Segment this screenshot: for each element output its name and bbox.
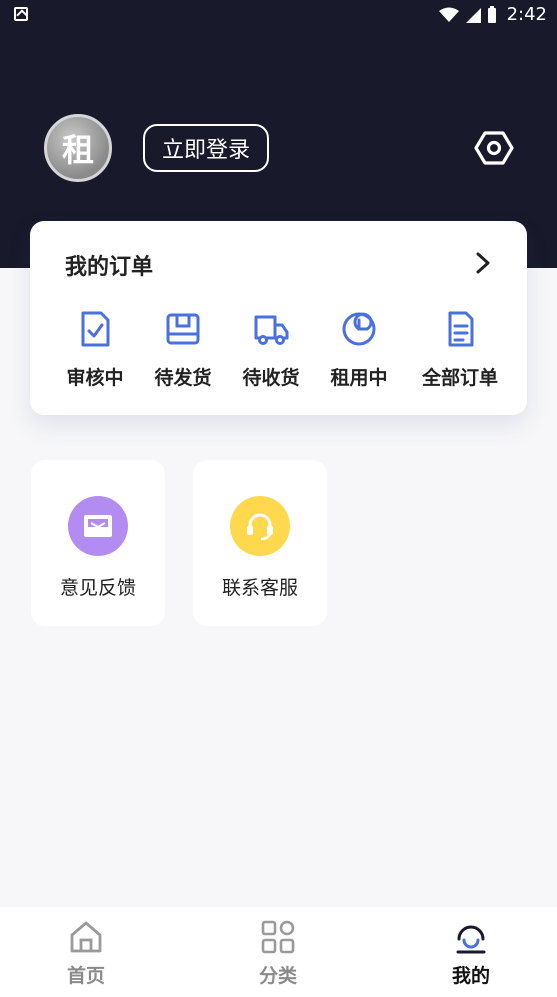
profile-page: 2:42 租 立即登录 我的订单 审核中 待发货 待收货 租用中 全部订单 意见… xyxy=(0,0,557,997)
clipboard-check-icon xyxy=(81,311,110,347)
delivery-truck-icon xyxy=(254,315,289,345)
login-button[interactable]: 立即登录 xyxy=(143,124,269,172)
tab-home[interactable]: 首页 xyxy=(26,907,146,997)
contact-service-tile[interactable]: 联系客服 xyxy=(193,460,327,626)
grid-category-icon xyxy=(261,920,295,954)
feedback-icon-circle xyxy=(68,496,128,556)
signal-icon xyxy=(465,7,481,23)
orders-card: 我的订单 审核中 待发货 待收货 租用中 全部订单 xyxy=(30,221,527,415)
feedback-tile[interactable]: 意见反馈 xyxy=(31,460,165,626)
order-item-renting[interactable]: 租用中 xyxy=(314,309,404,399)
battery-icon xyxy=(487,5,496,23)
mail-inbox-icon xyxy=(84,515,112,537)
order-item-label: 待发货 xyxy=(154,367,212,389)
tab-mine-label: 我的 xyxy=(451,965,490,987)
status-time: 2:42 xyxy=(506,4,547,25)
tab-mine[interactable]: 我的 xyxy=(411,907,531,997)
contact-service-label: 联系客服 xyxy=(221,577,298,599)
chevron-right-icon[interactable] xyxy=(471,249,495,277)
settings-icon[interactable] xyxy=(474,128,514,168)
order-item-label: 租用中 xyxy=(330,367,388,389)
avatar[interactable]: 租 xyxy=(44,114,112,182)
avatar-text: 租 xyxy=(61,131,94,169)
home-icon xyxy=(70,921,102,953)
status-indicators: 2:42 xyxy=(438,4,547,25)
notification-icon xyxy=(14,7,28,21)
order-item-label: 待收货 xyxy=(242,367,300,389)
order-item-reviewing[interactable]: 审核中 xyxy=(50,309,140,399)
feedback-label: 意见反馈 xyxy=(59,577,136,599)
document-list-icon xyxy=(448,311,474,347)
tab-category-label: 分类 xyxy=(258,965,297,987)
profile-icon xyxy=(456,925,486,954)
order-item-to-ship[interactable]: 待发货 xyxy=(138,309,228,399)
service-icon-circle xyxy=(230,496,290,556)
tab-category[interactable]: 分类 xyxy=(218,907,338,997)
status-bar: 2:42 xyxy=(0,0,557,30)
order-item-label: 审核中 xyxy=(66,367,124,389)
headset-icon xyxy=(247,513,273,541)
order-status-list: 审核中 待发货 待收货 租用中 全部订单 xyxy=(30,309,527,399)
wifi-icon xyxy=(438,7,459,22)
orders-title: 我的订单 xyxy=(65,255,154,280)
order-item-to-receive[interactable]: 待收货 xyxy=(226,309,316,399)
order-item-label: 全部订单 xyxy=(421,367,498,389)
package-box-icon xyxy=(166,313,200,345)
bottom-tab-bar: 首页 分类 我的 xyxy=(0,907,557,997)
order-item-all[interactable]: 全部订单 xyxy=(410,309,510,399)
clock-timer-icon xyxy=(342,312,376,346)
tab-home-label: 首页 xyxy=(66,965,105,987)
